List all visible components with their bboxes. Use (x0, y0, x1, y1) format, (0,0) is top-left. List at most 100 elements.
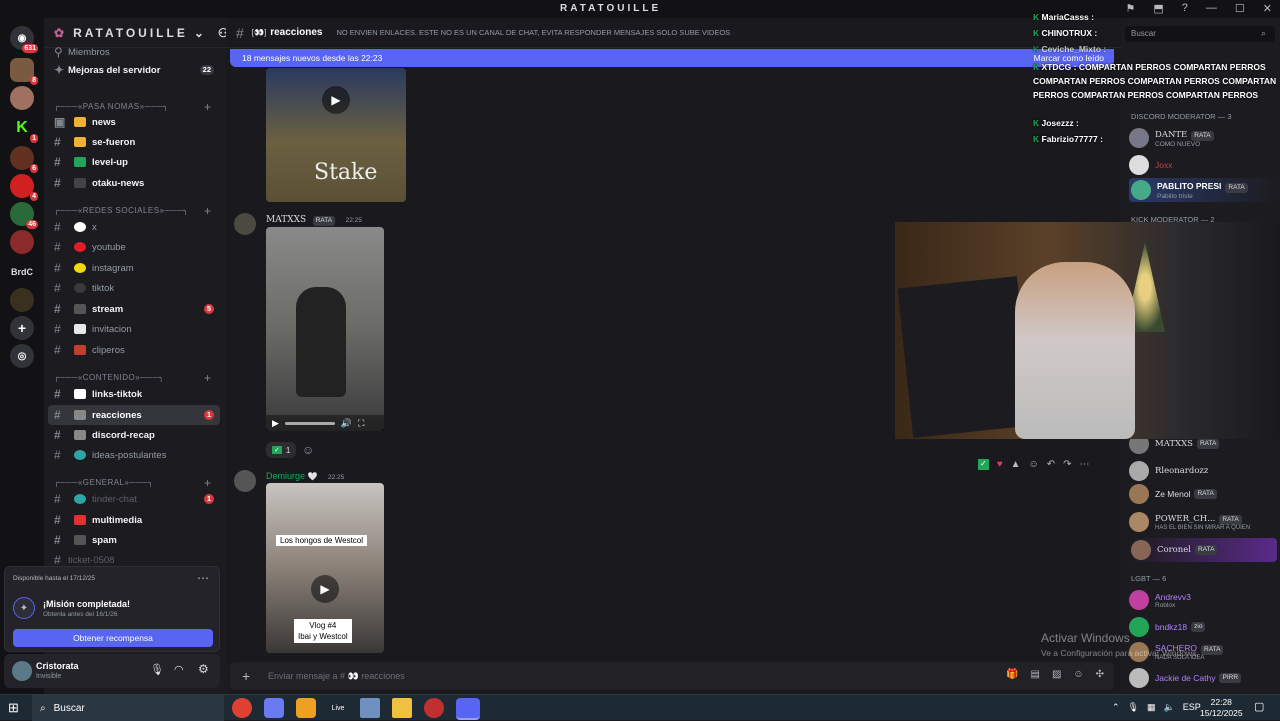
download-icon[interactable]: ⬒ (1153, 2, 1163, 15)
server-folder[interactable]: BrdC (10, 260, 34, 284)
member-item[interactable]: Joxx (1129, 155, 1172, 175)
new-messages-bar[interactable]: 18 mensajes nuevos desde las 22:23 Marca… (230, 49, 1114, 67)
channel-ideas-postulantes[interactable]: # ideas-postulantes (48, 445, 220, 465)
notepad-icon[interactable] (360, 698, 380, 718)
channel-youtube[interactable]: # youtube (48, 237, 220, 257)
author-name[interactable]: Demiurge (266, 471, 305, 481)
member-item[interactable]: POWER_CH... RATA HAS EL BIEN SIN MIRAR A Q… (1129, 512, 1250, 532)
server-icon[interactable]: 8 (10, 58, 38, 85)
avatar[interactable] (12, 661, 32, 681)
channel-links-tiktok[interactable]: # links-tiktok (48, 384, 220, 404)
heart-icon[interactable]: ♥ (997, 459, 1003, 470)
channel-tinder-chat[interactable]: # tinder-chat 1 (48, 489, 220, 509)
checkmark-icon[interactable]: ✓ (978, 459, 989, 470)
speaker-icon[interactable]: 🔈 (1164, 702, 1175, 713)
channel-cliperos[interactable]: # cliperos (48, 340, 220, 360)
server-icon[interactable] (10, 86, 34, 110)
add-channel-icon[interactable]: + (204, 371, 212, 385)
channel-se-fueron[interactable]: # se-fueron (48, 132, 220, 152)
avatar[interactable] (234, 213, 256, 235)
play-icon[interactable]: ▶ (311, 575, 339, 603)
forward-icon[interactable]: ↷ (1063, 459, 1071, 470)
member-item[interactable]: Andrevv3 Roblox (1129, 590, 1191, 610)
chrome-icon[interactable] (232, 698, 252, 718)
chevron-up-icon[interactable]: ⌃ (1112, 702, 1120, 713)
reaction-chip[interactable]: ✓ 1 (266, 442, 297, 458)
network-icon[interactable]: ▦ (1147, 702, 1156, 713)
windows-start-icon[interactable]: ⊞ (8, 700, 19, 716)
avatar[interactable] (234, 470, 256, 492)
more-options-icon[interactable]: ⋯ (1080, 459, 1090, 470)
channel-instagram[interactable]: # instagram (48, 258, 220, 278)
add-channel-icon[interactable]: + (204, 204, 212, 218)
channel-invitacion[interactable]: # invitacion (48, 319, 220, 339)
message-input[interactable]: + Enviar mensaje a # 👀 reacciones 🎁 ▤ ▨ … (230, 662, 1114, 690)
clock[interactable]: 22:28 15/12/2025 (1200, 697, 1243, 719)
category-contenido[interactable]: ╭───«CONTENIDO»───╮ + (54, 371, 211, 385)
kick-server-icon[interactable]: K1 (10, 116, 38, 143)
member-item[interactable]: Ze Menol RATA (1129, 484, 1217, 504)
explore-icon[interactable]: ◎ (10, 344, 34, 368)
channel-reacciones[interactable]: # reacciones 1 (48, 405, 220, 425)
channel-level-up[interactable]: # level-up (48, 152, 220, 172)
member-item[interactable]: bndkz18 zio (1129, 617, 1206, 637)
play-icon[interactable]: ▶ (322, 86, 350, 114)
obs-icon[interactable] (424, 698, 444, 718)
member-item[interactable]: Coronel RATA (1129, 538, 1277, 562)
channel-tiktok[interactable]: # tiktok (48, 278, 220, 298)
copilot-icon[interactable] (264, 698, 284, 718)
play-icon[interactable]: ▶ (272, 418, 279, 429)
channel-spam[interactable]: # spam (48, 530, 220, 550)
add-attachment-icon[interactable]: + (242, 668, 250, 684)
cap-icon[interactable]: ▲ (1011, 459, 1021, 470)
category-pasa-nomas[interactable]: ╭───«PASA NOMAS»───╮ + (54, 100, 211, 114)
channel-multimedia[interactable]: # multimedia (48, 510, 220, 530)
live-app-icon[interactable]: Live (328, 698, 348, 718)
gift-icon[interactable]: 🎁 (1006, 669, 1018, 680)
video-attachment[interactable]: ▶ 🔊 ⛶ (266, 227, 384, 431)
add-channel-icon[interactable]: + (204, 476, 212, 490)
fullscreen-icon[interactable]: ⛶ (358, 418, 364, 429)
microphone-icon[interactable]: 🎙 (150, 663, 164, 676)
member-item[interactable]: DANTE RATA COMO NUEVO (1129, 128, 1214, 148)
volume-slider[interactable] (284, 421, 335, 425)
category-redes-sociales[interactable]: ╭───«REDES SOCIALES»───╮ + (54, 204, 211, 218)
search-input[interactable]: Buscar (1125, 26, 1275, 42)
apps-icon[interactable]: ✣ (1096, 669, 1104, 680)
settings-gear-icon[interactable]: ⚙ (198, 662, 209, 676)
headphones-icon[interactable]: ◠ (174, 663, 184, 676)
inbox-icon[interactable]: ⚑ (1126, 2, 1136, 15)
category-general[interactable]: ╭───«GENERAL»───╮ + (54, 476, 211, 490)
server-icon[interactable] (10, 230, 34, 254)
video-attachment[interactable]: Los hongos de Westcol ▶ Vlog #4 Ibai y W… (266, 483, 384, 653)
minimize-icon[interactable]: — (1206, 2, 1217, 15)
close-icon[interactable]: ✕ (1263, 2, 1272, 15)
more-options-icon[interactable]: ⋯ (197, 571, 209, 585)
member-item[interactable]: Rleonardozz (1129, 461, 1208, 481)
member-item[interactable]: PABLITO PRESI RATA Pablito triste (1129, 178, 1277, 202)
channel-x[interactable]: # x (48, 217, 220, 237)
server-boost-link[interactable]: ✦ Mejoras del servidor 22 (48, 60, 220, 80)
video-attachment[interactable]: ▶ Stake (266, 68, 406, 202)
channel-topic[interactable]: NO ENVIEN ENLACES. ESTE NO ES UN CANAL D… (336, 28, 730, 37)
emoji-picker-icon[interactable]: ☺ (1073, 669, 1083, 680)
reply-icon[interactable]: ↶ (1047, 459, 1055, 470)
volume-icon[interactable]: 🔊 (341, 418, 352, 429)
add-server-icon[interactable]: + (10, 316, 34, 340)
add-reaction-icon[interactable]: ☺ (302, 443, 314, 457)
sticker-icon[interactable]: ▨ (1052, 669, 1061, 680)
server-icon[interactable] (10, 288, 34, 312)
help-icon[interactable]: ? (1182, 2, 1188, 15)
members-link[interactable]: ⚲ Miembros (48, 42, 220, 62)
direct-messages-button[interactable]: ◉ 631 (10, 26, 38, 53)
add-reaction-icon[interactable]: ☺ (1029, 459, 1039, 470)
member-item[interactable]: Jackie de Cathy PIRR (1129, 668, 1242, 688)
author-name[interactable]: MATXXS (266, 215, 306, 225)
channel-otaku-news[interactable]: # otaku-news (48, 173, 220, 193)
brave-icon[interactable] (296, 698, 316, 718)
language-indicator[interactable]: ESP (1183, 702, 1201, 713)
claim-reward-button[interactable]: Obtener recompensa (13, 629, 213, 647)
microphone-icon[interactable]: 🎙 (1128, 702, 1139, 713)
server-icon[interactable]: 6 (10, 146, 38, 173)
channel-news[interactable]: ▣ news (48, 112, 220, 132)
